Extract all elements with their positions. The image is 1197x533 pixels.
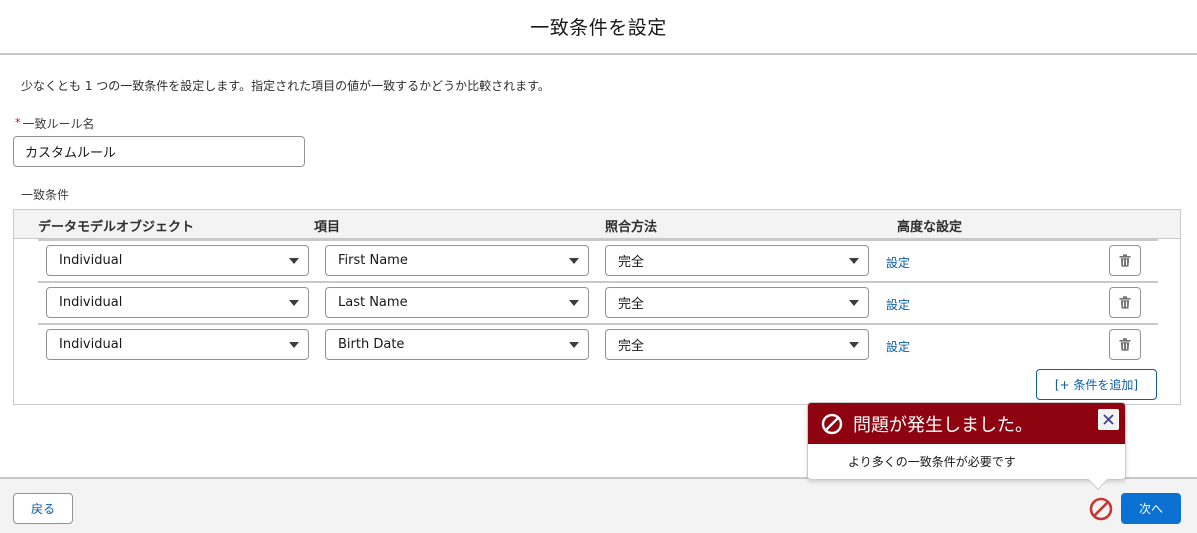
page-title: 一致条件を設定 — [530, 17, 667, 39]
error-message: より多くの一致条件が必要です — [848, 455, 1016, 469]
column-header-advanced: 高度な設定 — [897, 220, 963, 235]
method-select-value: 完全 — [618, 297, 645, 312]
criteria-row: Individual Last Name 完全 設定 — [14, 281, 1180, 323]
row-divider — [38, 281, 1158, 283]
chevron-down-icon — [289, 300, 299, 306]
chevron-down-icon — [849, 342, 859, 348]
field-select-value: First Name — [338, 253, 408, 268]
trash-icon — [1119, 296, 1131, 309]
method-select[interactable]: 完全 — [605, 287, 869, 318]
object-select-value: Individual — [59, 337, 123, 352]
criteria-row: Individual Birth Date 完全 設定 — [14, 323, 1180, 365]
back-button[interactable]: 戻る — [13, 493, 73, 524]
row-divider — [38, 323, 1158, 325]
close-button[interactable] — [1098, 409, 1119, 430]
error-popover: 問題が発生しました。 より多くの一致条件が必要です — [807, 402, 1126, 490]
method-select[interactable]: 完全 — [605, 245, 869, 276]
delete-row-button[interactable] — [1109, 329, 1141, 360]
modal-header: 一致条件を設定 — [0, 0, 1197, 55]
rule-name-label: * 一致ルール名 — [15, 115, 95, 132]
column-header-method: 照合方法 — [605, 220, 658, 235]
column-header-object: データモデルオブジェクト — [38, 220, 195, 235]
chevron-down-icon — [289, 342, 299, 348]
ban-icon — [821, 413, 843, 434]
field-select[interactable]: Last Name — [325, 287, 589, 318]
object-select-value: Individual — [59, 253, 123, 268]
delete-row-button[interactable] — [1109, 245, 1141, 276]
error-popover-header: 問題が発生しました。 — [808, 403, 1125, 444]
advanced-settings-link[interactable]: 設定 — [886, 338, 910, 355]
method-select[interactable]: 完全 — [605, 329, 869, 360]
delete-row-button[interactable] — [1109, 287, 1141, 318]
chevron-down-icon — [569, 300, 579, 306]
advanced-settings-link[interactable]: 設定 — [886, 296, 910, 313]
rule-name-label-text: 一致ルール名 — [22, 117, 95, 131]
chevron-down-icon — [849, 300, 859, 306]
modal-footer: 戻る 次へ — [0, 477, 1197, 533]
trash-icon — [1119, 254, 1131, 267]
object-select[interactable]: Individual — [46, 245, 309, 276]
rule-name-input[interactable] — [13, 136, 305, 167]
close-icon — [1103, 414, 1114, 425]
column-header-field: 項目 — [314, 220, 341, 235]
trash-icon — [1119, 338, 1131, 351]
required-marker: * — [15, 116, 21, 129]
description-text: 少なくとも 1 つの一致条件を設定します。指定された項目の値が一致するかどうか比… — [21, 79, 550, 93]
criteria-table: データモデルオブジェクト 項目 照合方法 高度な設定 Individual Fi… — [13, 209, 1181, 405]
field-select[interactable]: Birth Date — [325, 329, 589, 360]
criteria-header-row: データモデルオブジェクト 項目 照合方法 高度な設定 — [14, 210, 1180, 239]
criteria-row: Individual First Name 完全 設定 — [14, 239, 1180, 281]
object-select[interactable]: Individual — [46, 287, 309, 318]
field-select[interactable]: First Name — [325, 245, 589, 276]
chevron-down-icon — [849, 258, 859, 264]
error-title: 問題が発生しました。 — [853, 414, 1033, 436]
chevron-down-icon — [289, 258, 299, 264]
object-select[interactable]: Individual — [46, 329, 309, 360]
advanced-settings-link[interactable]: 設定 — [886, 254, 910, 271]
ban-icon[interactable] — [1089, 497, 1113, 521]
object-select-value: Individual — [59, 295, 123, 310]
chevron-down-icon — [569, 258, 579, 264]
criteria-label: 一致条件 — [21, 188, 70, 202]
field-select-value: Last Name — [338, 295, 408, 310]
add-condition-button[interactable]: [+ 条件を追加] — [1036, 369, 1157, 400]
next-button[interactable]: 次へ — [1121, 493, 1181, 524]
method-select-value: 完全 — [618, 339, 645, 354]
method-select-value: 完全 — [618, 255, 645, 270]
field-select-value: Birth Date — [338, 337, 405, 352]
chevron-down-icon — [569, 342, 579, 348]
row-divider — [38, 239, 1158, 241]
